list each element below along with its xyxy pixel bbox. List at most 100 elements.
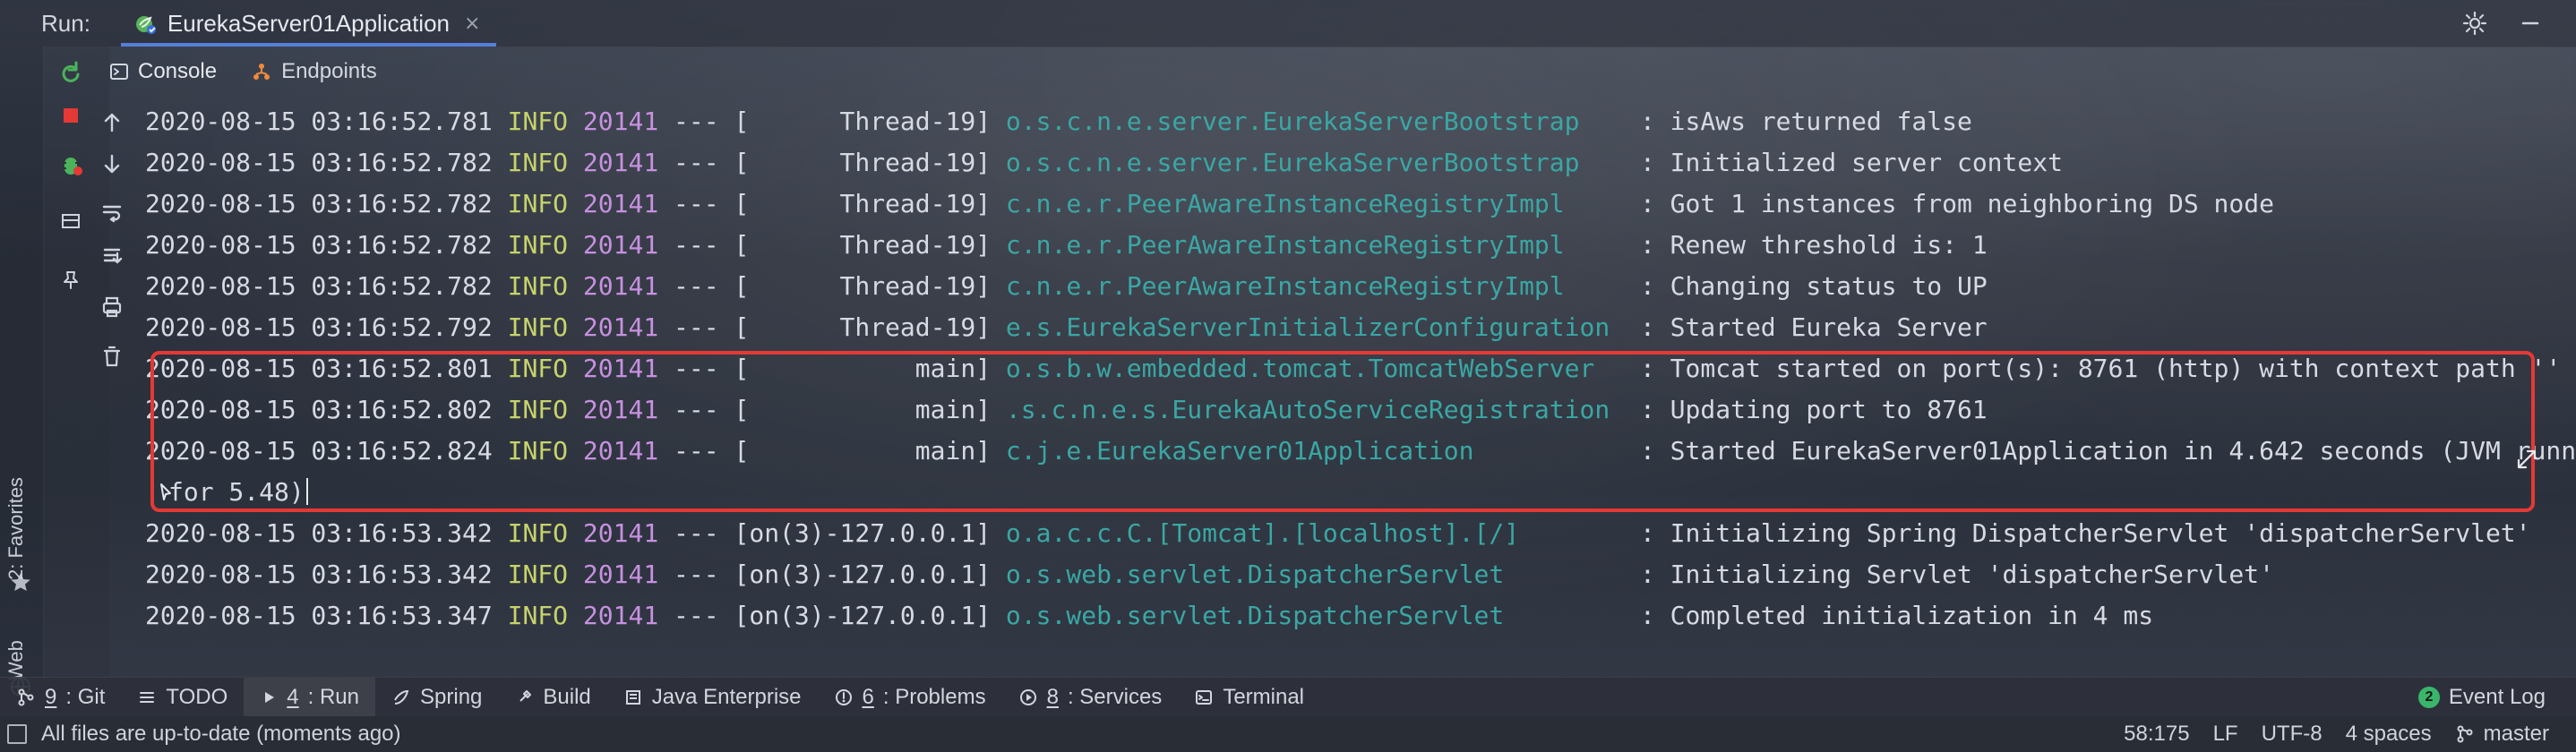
log-message: : Completed initialization in 4 ms bbox=[1639, 600, 2154, 630]
log-line: 2020-08-15 03:16:53.342 INFO 20141 --- [… bbox=[145, 553, 2274, 594]
status-icon[interactable] bbox=[7, 724, 27, 744]
log-separator: --- bbox=[674, 394, 719, 424]
console-subtabs: Console Endpoints bbox=[109, 47, 2576, 97]
soft-wrap-icon[interactable] bbox=[97, 197, 127, 227]
log-pid: 20141 bbox=[582, 394, 659, 424]
tab-todo[interactable]: TODO bbox=[121, 678, 244, 717]
log-thread: [ Thread-19] bbox=[734, 312, 992, 342]
run-config-title: EurekaServer01Application bbox=[167, 9, 450, 37]
log-timestamp: 2020-08-15 03:16:52.782 bbox=[145, 270, 493, 301]
log-timestamp: 2020-08-15 03:16:52.802 bbox=[145, 394, 493, 424]
log-level: INFO bbox=[507, 312, 569, 342]
tab-services[interactable]: 8: Services bbox=[1002, 678, 1179, 717]
tab-java-enterprise-label: Java Enterprise bbox=[651, 685, 802, 709]
log-logger: c.j.e.EurekaServer01Application bbox=[1005, 435, 1474, 466]
log-timestamp: 2020-08-15 03:16:52.782 bbox=[145, 147, 493, 177]
java-enterprise-icon bbox=[623, 688, 643, 707]
rerun-icon[interactable] bbox=[56, 57, 86, 88]
pin-icon[interactable] bbox=[56, 265, 86, 295]
log-line-continuation: for 5.48) bbox=[168, 471, 308, 512]
log-logger: o.a.c.c.C.[Tomcat].[localhost].[/] bbox=[1005, 517, 1520, 548]
tab-terminal[interactable]: Terminal bbox=[1178, 678, 1320, 717]
log-timestamp: 2020-08-15 03:16:52.782 bbox=[145, 188, 493, 218]
tab-spring[interactable]: Spring bbox=[375, 678, 498, 717]
branch-icon bbox=[2455, 724, 2475, 744]
star-icon[interactable] bbox=[9, 571, 32, 594]
resize-handle-icon[interactable] bbox=[2513, 446, 2540, 473]
log-line: 2020-08-15 03:16:52.782 INFO 20141 --- [… bbox=[145, 183, 2274, 224]
tab-run[interactable]: 4: Run bbox=[244, 678, 376, 717]
log-pid: 20141 bbox=[582, 312, 659, 342]
log-line: 2020-08-15 03:16:52.824 INFO 20141 --- [… bbox=[145, 430, 2576, 471]
run-actions-column bbox=[45, 47, 123, 677]
layout-icon[interactable] bbox=[56, 206, 86, 236]
log-timestamp: 2020-08-15 03:16:52.801 bbox=[145, 353, 493, 383]
log-message: : Got 1 instances from neighboring DS no… bbox=[1639, 188, 2274, 218]
tab-java-enterprise[interactable]: Java Enterprise bbox=[607, 678, 818, 717]
file-encoding[interactable]: UTF-8 bbox=[2262, 722, 2323, 747]
todo-icon bbox=[137, 688, 157, 707]
indentation[interactable]: 4 spaces bbox=[2346, 722, 2432, 747]
close-icon[interactable]: × bbox=[464, 13, 480, 35]
log-logger: o.s.c.n.e.server.EurekaServerBootstrap bbox=[1005, 147, 1580, 177]
tab-endpoints[interactable]: Endpoints bbox=[251, 59, 377, 84]
favorites-vertical-tab[interactable]: 2: Favorites bbox=[4, 477, 28, 580]
problems-icon bbox=[834, 688, 854, 707]
run-label: Run: bbox=[41, 9, 90, 37]
git-icon bbox=[16, 688, 36, 707]
tab-todo-label: TODO bbox=[166, 685, 228, 709]
tab-git[interactable]: 9: Git bbox=[0, 678, 121, 717]
build-icon bbox=[514, 688, 534, 707]
tab-problems[interactable]: 6: Problems bbox=[818, 678, 1002, 717]
log-level: INFO bbox=[507, 270, 569, 301]
log-thread: [ main] bbox=[734, 353, 992, 383]
run-config-tab[interactable]: EurekaServer01Application × bbox=[120, 0, 497, 47]
tab-console[interactable]: Console bbox=[109, 59, 217, 84]
trash-icon[interactable] bbox=[97, 340, 127, 371]
log-thread: [ Thread-19] bbox=[734, 106, 992, 136]
log-line: 2020-08-15 03:16:53.342 INFO 20141 --- [… bbox=[145, 512, 2531, 553]
log-timestamp: 2020-08-15 03:16:53.342 bbox=[145, 559, 493, 589]
branch-indicator[interactable]: master bbox=[2455, 722, 2549, 747]
event-log[interactable]: 2 Event Log bbox=[2402, 678, 2576, 717]
gear-icon[interactable] bbox=[2460, 8, 2490, 38]
log-pid: 20141 bbox=[582, 270, 659, 301]
stop-icon[interactable] bbox=[56, 100, 86, 131]
scroll-down-icon[interactable] bbox=[97, 149, 127, 179]
cursor-position[interactable]: 58:175 bbox=[2124, 722, 2189, 747]
status-right: 58:175 LF UTF-8 4 spaces master bbox=[2124, 722, 2576, 747]
scroll-to-end-icon[interactable] bbox=[97, 242, 127, 272]
log-thread: [ main] bbox=[734, 394, 992, 424]
status-message: All files are up-to-date (moments ago) bbox=[41, 722, 401, 746]
print-icon[interactable] bbox=[97, 292, 127, 322]
tab-build[interactable]: Build bbox=[498, 678, 606, 717]
left-tool-window-bar: 2: Favorites Web bbox=[0, 47, 44, 696]
tab-spring-label: Spring bbox=[420, 685, 483, 709]
log-thread: [ Thread-19] bbox=[734, 229, 992, 260]
tab-build-label: Build bbox=[543, 685, 591, 709]
log-message: : Renew threshold is: 1 bbox=[1639, 229, 1988, 260]
tab-services-number: 8 bbox=[1046, 685, 1059, 709]
debug-icon[interactable] bbox=[56, 149, 86, 179]
log-pid: 20141 bbox=[582, 353, 659, 383]
log-pid: 20141 bbox=[582, 435, 659, 466]
line-ending[interactable]: LF bbox=[2213, 722, 2238, 747]
console-output[interactable]: 2020-08-15 03:16:52.781 INFO 20141 --- [… bbox=[145, 100, 2576, 673]
log-separator: --- bbox=[674, 147, 719, 177]
log-timestamp: 2020-08-15 03:16:52.824 bbox=[145, 435, 493, 466]
scroll-up-icon[interactable] bbox=[97, 107, 127, 138]
log-line: 2020-08-15 03:16:52.792 INFO 20141 --- [… bbox=[145, 306, 1988, 347]
console-icon bbox=[109, 62, 129, 81]
log-pid: 20141 bbox=[582, 600, 659, 630]
endpoints-icon bbox=[251, 61, 272, 82]
log-pid: 20141 bbox=[582, 188, 659, 218]
minimize-icon[interactable] bbox=[2515, 8, 2546, 38]
tab-problems-label: : Problems bbox=[882, 685, 986, 709]
log-level: INFO bbox=[507, 435, 569, 466]
tab-run-label: : Run bbox=[307, 685, 360, 709]
log-message: : Initialized server context bbox=[1639, 147, 2063, 177]
log-separator: --- bbox=[674, 229, 719, 260]
log-separator: --- bbox=[674, 270, 719, 301]
log-message: : Updating port to 8761 bbox=[1639, 394, 1988, 424]
log-logger: o.s.c.n.e.server.EurekaServerBootstrap bbox=[1005, 106, 1580, 136]
